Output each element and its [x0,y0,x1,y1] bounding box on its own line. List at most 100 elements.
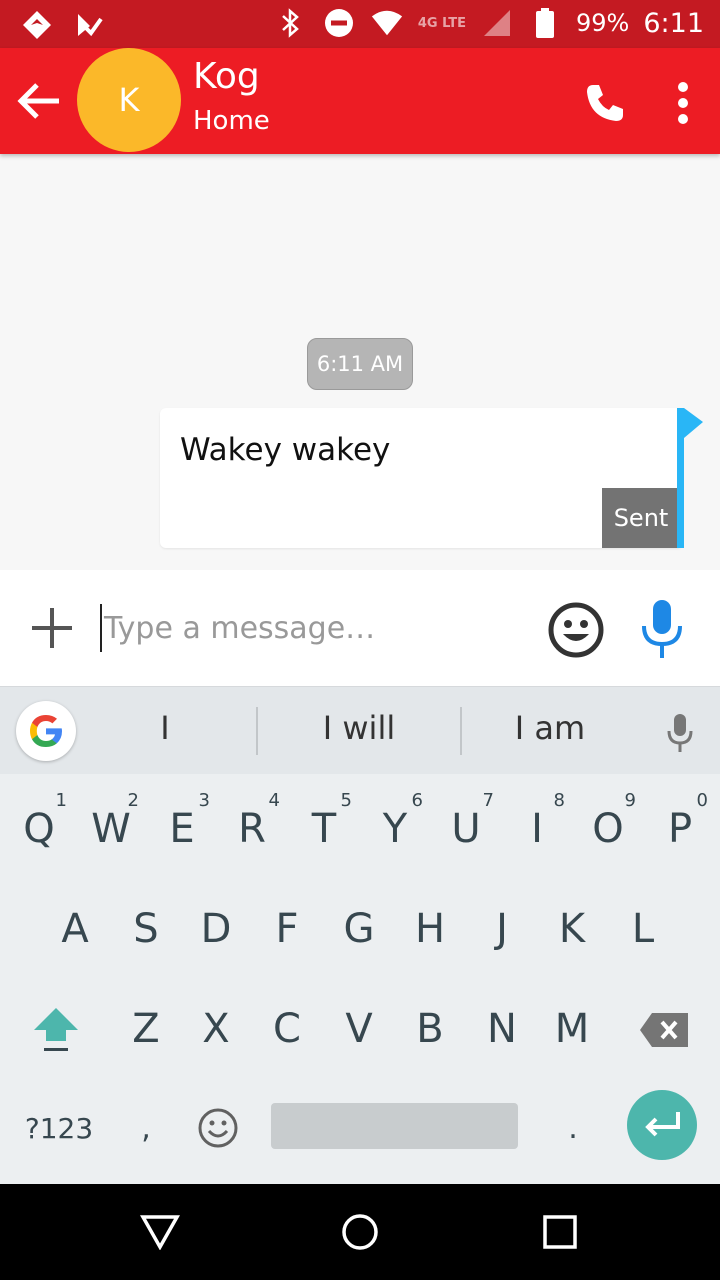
back-button[interactable] [10,73,66,129]
attach-button[interactable] [24,600,80,656]
key-p[interactable]: P0 [644,784,716,874]
microphone-icon [667,714,693,752]
key-label: T [311,806,337,852]
key-hint: 4 [268,790,280,811]
plus-icon [32,608,72,648]
key-r[interactable]: R4 [216,784,288,874]
key-o[interactable]: O9 [572,784,644,874]
key-n[interactable]: N [466,984,538,1074]
status-bar: 4G LTE 99% 6:11 [0,0,720,48]
key-e[interactable]: E3 [146,784,218,874]
key-label: E [169,806,195,852]
keyboard-emoji-key[interactable] [190,1100,246,1156]
google-search-button[interactable] [16,701,76,761]
phone-icon [587,85,623,121]
key-f[interactable]: F [251,884,323,974]
suggestion-divider [460,707,462,755]
key-label: Q [23,806,55,852]
key-hint: 3 [198,790,210,811]
square-recents-icon [543,1215,577,1249]
message-composer: Type a message… [0,570,720,686]
key-d[interactable]: D [180,884,252,974]
signal-icon [480,6,514,40]
on-screen-keyboard: Q1 W2 E3 R4 T5 Y6 U7 I8 O9 P0 A S D F G … [0,774,720,1184]
bluetooth-icon [274,6,308,40]
more-options-button[interactable] [660,76,706,130]
message-status: Sent [602,488,680,548]
do-not-disturb-icon [322,6,356,40]
key-hint: 8 [553,790,565,811]
key-hint: 0 [696,790,708,811]
shift-arrow-icon [34,1008,78,1051]
call-button[interactable] [578,76,632,130]
key-h[interactable]: H [394,884,466,974]
period-key[interactable]: . [548,1100,598,1156]
key-q[interactable]: Q1 [3,784,75,874]
triangle-back-icon [140,1215,180,1250]
key-z[interactable]: Z [110,984,182,1074]
key-label: P [667,806,693,852]
keyboard-voice-button[interactable] [662,711,698,755]
enter-arrow-icon [645,1112,680,1137]
emoji-button[interactable] [546,600,606,660]
contact-subtitle: Home [193,106,270,136]
google-icon [30,715,62,747]
key-g[interactable]: G [323,884,395,974]
system-nav-bar [0,1184,720,1280]
contact-name[interactable]: Kog [193,56,260,97]
key-i[interactable]: I8 [501,784,573,874]
backspace-key[interactable] [630,996,698,1064]
key-j[interactable]: J [466,884,538,974]
key-l[interactable]: L [607,884,679,974]
network-type-label: 4G LTE [417,15,467,31]
key-c[interactable]: C [251,984,323,1074]
key-v[interactable]: V [323,984,395,1074]
navigation-app-icon [20,8,54,42]
microphone-icon [642,600,682,658]
contact-avatar[interactable]: K [77,48,181,152]
key-hint: 7 [482,790,494,811]
key-label: W [91,806,131,852]
battery-icon [528,6,562,40]
space-bar[interactable] [271,1103,518,1149]
avatar-letter: K [118,81,140,119]
key-m[interactable]: M [536,984,608,1074]
key-u[interactable]: U7 [430,784,502,874]
circle-home-icon [342,1214,378,1250]
key-t[interactable]: T5 [288,784,360,874]
key-hint: 6 [411,790,423,811]
check-list-icon [72,8,106,42]
key-hint: 2 [127,790,139,811]
message-text: Wakey wakey [180,432,391,468]
message-timestamp: 6:11 AM [307,338,413,390]
key-k[interactable]: K [536,884,608,974]
backspace-icon [640,1013,688,1047]
key-y[interactable]: Y6 [359,784,431,874]
suggestion-1[interactable]: I [130,709,200,747]
key-label: O [592,806,624,852]
key-label: U [451,806,481,852]
message-input[interactable]: Type a message… [100,604,520,652]
message-bubble[interactable]: Wakey wakey Sent [160,408,680,548]
suggestion-2[interactable]: I will [292,709,426,747]
voice-input-button[interactable] [634,596,690,662]
nav-back-button[interactable] [132,1208,188,1256]
symbols-key[interactable]: ?123 [14,1100,104,1156]
conversation-header: K Kog Home [0,48,720,154]
comma-key[interactable]: , [124,1100,168,1156]
key-b[interactable]: B [394,984,466,1074]
smiley-icon [548,602,604,658]
suggestion-3[interactable]: I am [490,709,610,747]
bubble-tail-icon [677,408,703,548]
key-s[interactable]: S [110,884,182,974]
nav-recents-button[interactable] [532,1208,588,1256]
key-x[interactable]: X [180,984,252,1074]
key-label: Y [382,806,408,852]
key-a[interactable]: A [39,884,111,974]
wifi-icon [370,6,404,40]
nav-home-button[interactable] [332,1208,388,1256]
key-w[interactable]: W2 [75,784,147,874]
enter-key[interactable] [627,1090,697,1160]
shift-key[interactable] [22,996,90,1064]
key-label: I [531,806,543,852]
